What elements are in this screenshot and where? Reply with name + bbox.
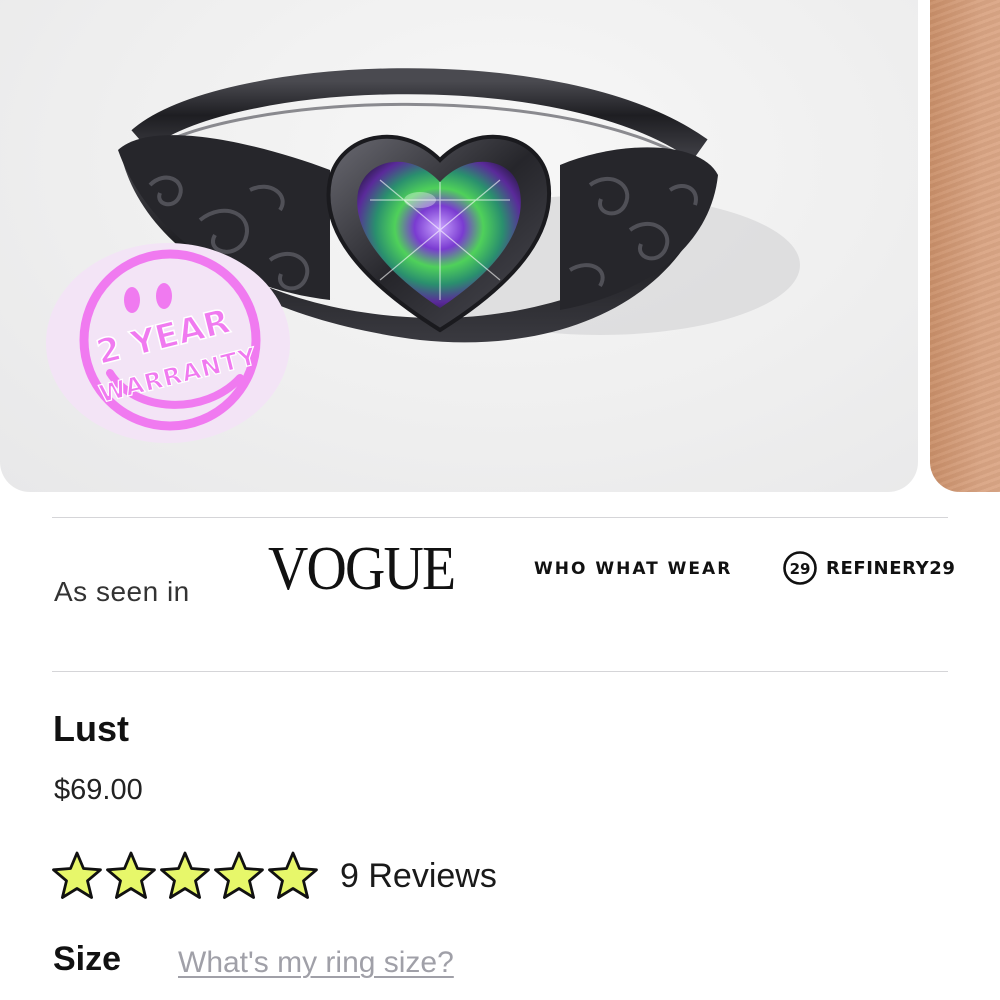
press-label: As seen in: [54, 576, 190, 607]
ring-size-guide-link[interactable]: What's my ring size?: [178, 946, 454, 980]
who-what-wear-logo: WHO WHAT WEAR: [534, 559, 733, 579]
star-icon: [160, 851, 210, 899]
star-icon: [268, 851, 318, 899]
product-rating[interactable]: 9 Reviews: [50, 850, 497, 902]
refinery29-logo: 29 REFINERY29: [782, 550, 955, 586]
reviews-link[interactable]: 9 Reviews: [340, 857, 497, 896]
product-page: 2 YEAR WARRANTY As seen in VOGUE WHO WHA…: [0, 0, 1000, 1000]
divider-top: [52, 517, 948, 518]
size-label: Size: [53, 940, 122, 978]
refinery29-text: REFINERY29: [826, 557, 956, 579]
refinery29-badge: 29: [790, 560, 811, 578]
product-price: $69.00: [54, 774, 143, 806]
refinery29-icon: 29: [783, 551, 817, 585]
warranty-sticker-icon: 2 YEAR WARRANTY: [46, 243, 290, 443]
star-icon: [106, 851, 156, 899]
star-rating: [50, 850, 320, 902]
product-image-gallery[interactable]: 2 YEAR WARRANTY: [0, 0, 1000, 492]
product-main-image[interactable]: 2 YEAR WARRANTY: [0, 0, 918, 492]
product-next-image[interactable]: [930, 0, 1000, 492]
vogue-logo: VOGUE: [268, 535, 456, 603]
divider-bottom: [52, 671, 948, 672]
star-icon: [52, 851, 102, 899]
star-icon: [214, 851, 264, 899]
product-title: Lust: [53, 708, 129, 749]
